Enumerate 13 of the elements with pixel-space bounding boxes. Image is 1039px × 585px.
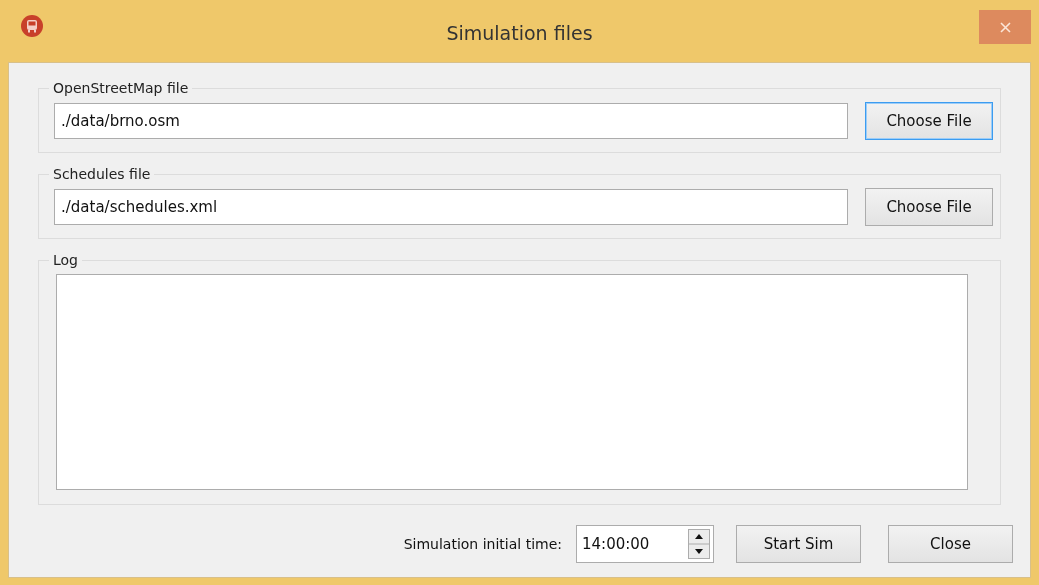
- button[interactable]: Close: [888, 525, 1013, 563]
- button[interactable]: Choose File: [865, 102, 993, 140]
- time-label: Simulation initial time:: [403, 536, 562, 552]
- spin-arrows-icon[interactable]: [688, 529, 710, 559]
- train-icon: [21, 15, 43, 37]
- window-title: Simulation files: [446, 22, 593, 44]
- close-icon: [999, 21, 1011, 33]
- button[interactable]: Choose File: [865, 188, 993, 226]
- path-field[interactable]: ./data/schedules.xml: [54, 189, 848, 225]
- close-button[interactable]: [979, 10, 1031, 44]
- time-spinbox[interactable]: 14:00:00: [576, 525, 714, 563]
- button[interactable]: Start Sim: [736, 525, 861, 563]
- path-field[interactable]: ./data/brno.osm: [54, 103, 848, 139]
